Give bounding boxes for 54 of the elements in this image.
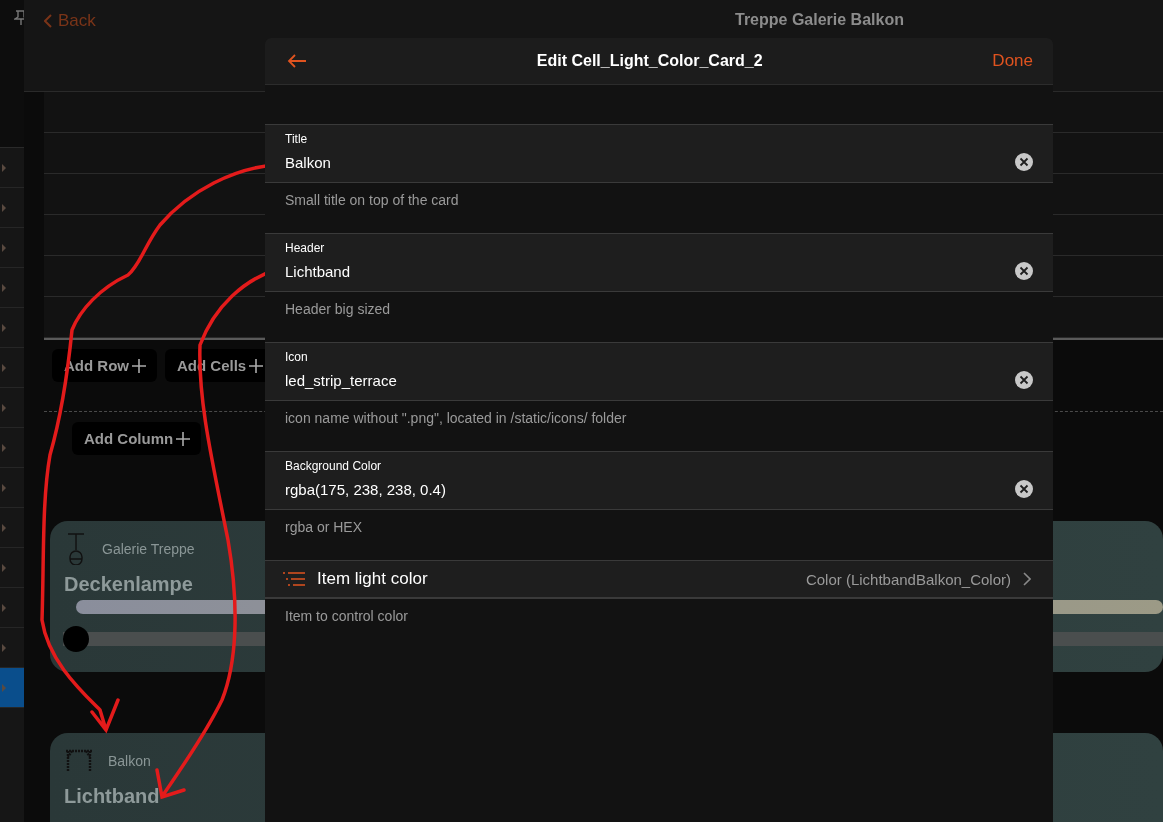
chevron-icon: [2, 403, 6, 412]
sidebar-item[interactable]: [0, 668, 24, 708]
field-label: Background Color: [285, 459, 383, 473]
add-column-button[interactable]: Add Column: [72, 422, 202, 455]
chevron-icon: [2, 203, 6, 212]
field-hint: rgba or HEX: [284, 518, 364, 535]
back-arrow-icon[interactable]: [287, 54, 307, 68]
clear-icon[interactable]: [1015, 262, 1033, 280]
chevron-icon: [2, 523, 6, 532]
chevron-icon: [2, 603, 6, 612]
led-strip-icon: [64, 749, 94, 773]
text-field[interactable]: Background Color rgba(175, 238, 238, 0.4): [265, 451, 1053, 510]
chevron-icon: [2, 163, 6, 172]
card-subtitle: Galerie Treppe: [102, 541, 195, 557]
page-title: Treppe Galerie Balkon: [735, 11, 904, 29]
field-label: Header: [285, 241, 326, 255]
chevron-icon: [2, 363, 6, 372]
text-field[interactable]: Icon led_strip_terrace: [265, 342, 1053, 401]
text-field[interactable]: Header Lichtband: [265, 233, 1053, 292]
chevron-icon: [2, 443, 6, 452]
item-picker[interactable]: Item light color Color (LichtbandBalkon_Color): [265, 560, 1053, 599]
chevron-icon: [1023, 572, 1031, 586]
chevron-icon: [2, 643, 6, 652]
chevron-icon: [44, 14, 52, 28]
clear-icon[interactable]: [1015, 371, 1033, 389]
field-value: led_strip_terrace: [285, 371, 397, 389]
chevron-icon: [2, 283, 6, 292]
field-value: Lichtband: [285, 262, 351, 280]
field-value: rgba(175, 238, 238, 0.4): [285, 480, 446, 498]
clear-icon[interactable]: [1015, 153, 1033, 171]
text-field[interactable]: Title Balkon: [265, 124, 1053, 183]
card-title: Lichtband: [64, 785, 160, 808]
plus-icon: [248, 357, 265, 374]
field-value: Balkon: [285, 153, 331, 171]
card-subtitle: Balkon: [108, 753, 151, 769]
field-label: Title: [285, 132, 309, 146]
plus-icon: [175, 430, 192, 447]
field-label: Icon: [285, 350, 309, 364]
field-hint: icon name without ".png", located in /static/icons/ folder: [284, 409, 628, 426]
chevron-icon: [2, 683, 6, 692]
chevron-icon: [2, 243, 6, 252]
slider-thumb[interactable]: [63, 626, 89, 652]
chevron-icon: [2, 323, 6, 332]
field-hint: Header big sized: [284, 300, 392, 317]
clear-icon[interactable]: [1015, 480, 1033, 498]
card-title: Deckenlampe: [64, 573, 193, 596]
dialog-title: Edit Cell_Light_Color_Card_2: [535, 52, 764, 70]
done-link[interactable]: Done: [992, 51, 1033, 71]
list-icon: [283, 572, 305, 586]
chevron-icon: [2, 483, 6, 492]
plus-icon: [131, 357, 147, 374]
field-hint: Item to control color: [284, 607, 409, 624]
chevron-icon: [2, 563, 6, 572]
field-hint: Small title on top of the card: [284, 191, 460, 208]
